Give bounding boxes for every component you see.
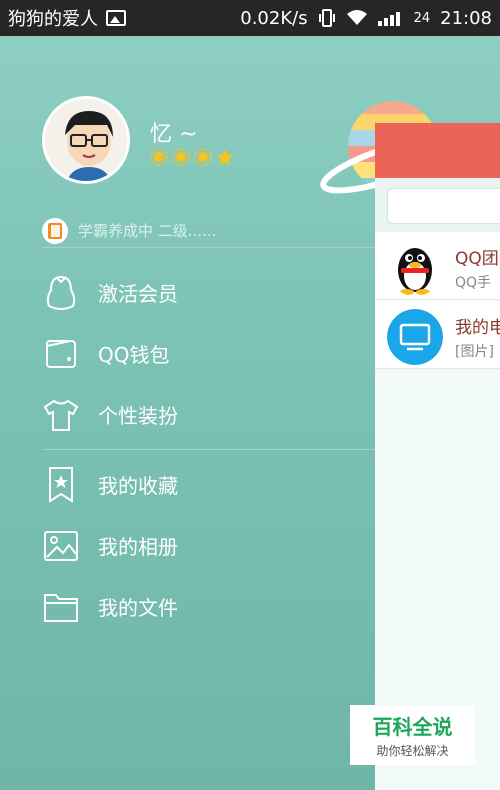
status-bar: 狗狗的爱人 0.02K/s 24 21:08	[0, 0, 500, 36]
level-badges[interactable]	[150, 148, 234, 166]
menu-item-personalize[interactable]: 个性装扮	[0, 384, 375, 445]
wifi-icon	[346, 10, 367, 25]
side-drawer: 忆 ~ 学霸养成中 二级...... 激活会员 QQ钱包 个性装扮 我的收藏 我…	[0, 36, 460, 790]
menu-item-files[interactable]: 我的文件	[0, 576, 375, 637]
clock: 21:08	[440, 7, 492, 29]
folder-icon	[42, 588, 80, 626]
avatar[interactable]	[42, 96, 130, 184]
conversation-title: QQ团	[455, 249, 499, 269]
watermark-logo: 百科全说 助你轻松解决	[350, 705, 475, 765]
signal-icon	[377, 12, 400, 26]
network-speed: 0.02K/s	[240, 7, 308, 29]
star-icon	[217, 149, 233, 165]
menu-item-album[interactable]: 我的相册	[0, 515, 375, 576]
sun-icon	[194, 148, 212, 166]
conversation-item[interactable]: QQ团 QQ手	[375, 232, 500, 300]
photo-icon	[42, 527, 80, 565]
sun-icon	[172, 148, 190, 166]
search-area	[375, 178, 500, 232]
search-input[interactable]	[387, 188, 500, 224]
qq-penguin-icon	[398, 248, 432, 295]
image-notification-icon	[106, 10, 126, 26]
conversation-preview: QQ手	[455, 275, 492, 291]
signature-text: 学霸养成中 二级......	[78, 222, 217, 240]
menu-label: 我的收藏	[98, 474, 178, 498]
menu-label: 我的相册	[98, 535, 178, 559]
book-icon	[42, 217, 68, 244]
menu-label: 个性装扮	[98, 404, 178, 428]
username[interactable]: 忆 ~	[150, 116, 197, 148]
main-panel-peek[interactable]: QQ团 QQ手 我的电 [图片]	[375, 123, 500, 790]
penguin-outline-icon	[42, 274, 80, 312]
conversation-title: 我的电	[455, 318, 500, 338]
menu-item-activate-vip[interactable]: 激活会员	[0, 262, 375, 323]
menu-label: QQ钱包	[98, 343, 170, 367]
conversation-item[interactable]: 我的电 [图片]	[375, 301, 500, 369]
menu-divider	[42, 449, 375, 450]
watermark-title: 百科全说	[372, 715, 453, 739]
sun-icon	[150, 148, 168, 166]
watermark-subtitle: 助你轻松解决	[376, 744, 449, 758]
bookmark-star-icon	[42, 466, 80, 504]
drawer-menu: 激活会员 QQ钱包 个性装扮 我的收藏 我的相册 我的文件	[0, 262, 375, 637]
menu-item-favorites[interactable]: 我的收藏	[0, 454, 375, 515]
vibrate-icon	[318, 9, 335, 27]
menu-item-qq-wallet[interactable]: QQ钱包	[0, 323, 375, 384]
notification-text: 狗狗的爱人	[8, 9, 98, 30]
tshirt-icon	[42, 396, 80, 434]
menu-label: 我的文件	[98, 596, 178, 620]
network-type: 24	[413, 10, 431, 26]
cartoon-avatar-icon	[45, 99, 127, 181]
main-header	[375, 123, 500, 178]
signature-row[interactable]: 学霸养成中 二级......	[42, 214, 375, 248]
conversation-preview: [图片]	[455, 344, 494, 360]
computer-icon	[387, 309, 443, 365]
menu-label: 激活会员	[98, 282, 178, 306]
wallet-icon	[42, 335, 80, 373]
